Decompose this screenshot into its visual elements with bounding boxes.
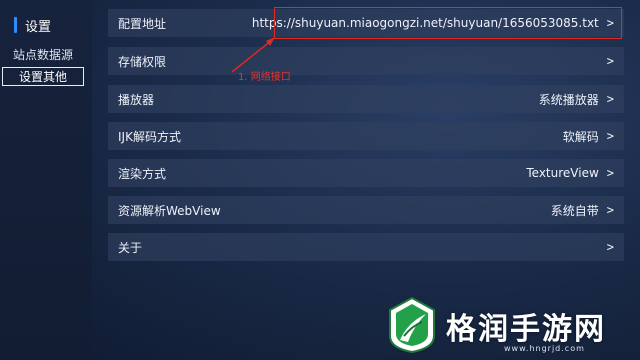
annotation-label: 1. 网络接口: [238, 72, 291, 83]
setting-value: TextureView: [526, 166, 599, 180]
sidebar-item-site-source[interactable]: 站点数据源: [2, 46, 84, 65]
watermark-text: 格润手游网: [446, 312, 606, 347]
setting-value: 系统自带: [550, 203, 599, 218]
accent-bar: [14, 17, 17, 33]
sidebar: 设置 站点数据源 设置其他: [0, 0, 92, 360]
chevron-right-icon: >: [606, 129, 614, 143]
sidebar-title: 设置: [25, 19, 52, 35]
setting-value: 系统播放器: [538, 92, 599, 107]
setting-label: 渲染方式: [118, 166, 167, 181]
chevron-right-icon: >: [606, 203, 614, 217]
setting-label: 播放器: [118, 92, 155, 107]
setting-label: 配置地址: [118, 16, 167, 31]
setting-label: 关于: [118, 240, 143, 255]
setting-row-player[interactable]: 播放器 系统播放器 >: [108, 85, 624, 113]
chevron-right-icon: >: [606, 92, 614, 106]
watermark-url: www.hngrjd.com: [504, 344, 585, 353]
setting-row-about[interactable]: 关于 >: [108, 233, 624, 261]
setting-row-webview[interactable]: 资源解析WebView 系统自带 >: [108, 196, 624, 224]
setting-row-storage-permission[interactable]: 存储权限 >: [108, 47, 624, 75]
setting-value: 软解码: [562, 129, 599, 144]
setting-label: IJK解码方式: [118, 129, 181, 144]
watermark: 格润手游网 www.hngrjd.com: [380, 296, 640, 360]
chevron-right-icon: >: [606, 54, 614, 68]
setting-row-ijk-decoding[interactable]: IJK解码方式 软解码 >: [108, 122, 624, 150]
sidebar-item-other-settings[interactable]: 设置其他: [2, 67, 84, 86]
setting-row-render-mode[interactable]: 渲染方式 TextureView >: [108, 159, 624, 187]
chevron-right-icon: >: [606, 166, 614, 180]
chevron-right-icon: >: [606, 240, 614, 254]
watermark-logo-icon: [389, 296, 435, 354]
sidebar-header: 设置: [14, 16, 52, 35]
setting-label: 资源解析WebView: [118, 203, 221, 218]
annotation-highlight-box: [274, 7, 622, 39]
setting-label: 存储权限: [118, 54, 167, 69]
